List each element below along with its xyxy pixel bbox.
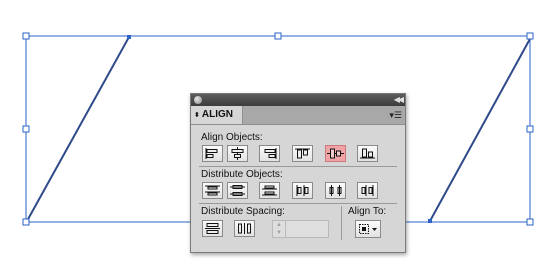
vertical-distribute-center-button[interactable] [227, 182, 248, 199]
section-divider [199, 166, 397, 167]
distribute-spacing-label: Distribute Spacing: [201, 206, 285, 217]
vertical-distribute-bottom-icon [262, 185, 277, 196]
vertical-distribute-space-icon [205, 223, 220, 234]
align-to-label: Align To: [348, 206, 387, 217]
panel-titlebar[interactable]: ◀◀ [191, 94, 405, 106]
align-panel: ◀◀ ⬍ ALIGN ▾☰ Align Objects: Distribute O… [190, 93, 406, 253]
selection-handle-middle-left[interactable] [22, 125, 30, 133]
tab-expand-icon[interactable]: ⬍ [194, 112, 200, 119]
vertical-align-bottom-button[interactable] [357, 145, 378, 162]
horizontal-distribute-left-icon [296, 185, 309, 196]
horizontal-align-right-button[interactable] [259, 145, 280, 162]
selection-handle-top-right[interactable] [526, 32, 534, 40]
horizontal-align-center-button[interactable] [227, 145, 248, 162]
vertical-distribute-space-button[interactable] [202, 220, 223, 237]
collapse-panel-icon[interactable]: ◀◀ [394, 94, 404, 106]
selection-handle-bottom-left[interactable] [22, 218, 30, 226]
vertical-align-center-icon [327, 148, 344, 159]
align-objects-label: Align Objects: [201, 132, 263, 143]
selection-handle-top-left[interactable] [22, 32, 30, 40]
horizontal-align-right-icon [264, 148, 277, 159]
tab-align[interactable]: ⬍ ALIGN [191, 106, 243, 124]
vertical-distribute-center-icon [230, 185, 245, 196]
horizontal-distribute-left-button[interactable] [292, 182, 313, 199]
panel-tabbar: ⬍ ALIGN ▾☰ [191, 106, 405, 125]
close-icon[interactable] [194, 96, 202, 104]
horizontal-distribute-space-button[interactable] [234, 220, 255, 237]
vertical-align-top-button[interactable] [292, 145, 313, 162]
vertical-align-center-button[interactable] [325, 145, 346, 162]
right-slanted-path[interactable] [429, 36, 532, 222]
chevron-down-icon [372, 228, 377, 231]
panel-menu-icon[interactable]: ▾☰ [389, 109, 402, 121]
horizontal-distribute-center-icon [329, 185, 342, 196]
horizontal-distribute-center-button[interactable] [325, 182, 346, 199]
spacing-align-divider [341, 206, 342, 240]
vertical-distribute-top-icon [205, 185, 220, 196]
horizontal-distribute-right-button[interactable] [357, 182, 378, 199]
left-slanted-path[interactable] [26, 36, 130, 222]
vertical-align-bottom-icon [360, 148, 375, 159]
horizontal-align-left-icon [205, 148, 218, 159]
tab-align-label: ALIGN [201, 109, 233, 120]
align-to-selection-icon [359, 224, 377, 234]
selection-handle-middle-right[interactable] [526, 125, 534, 133]
vertical-distribute-bottom-button[interactable] [259, 182, 280, 199]
align-to-button[interactable] [355, 220, 381, 238]
vertical-distribute-top-button[interactable] [202, 182, 223, 199]
horizontal-align-center-icon [231, 147, 244, 160]
horizontal-distribute-right-icon [361, 185, 374, 196]
distribute-objects-label: Distribute Objects: [201, 169, 283, 180]
section-divider [199, 203, 397, 204]
horizontal-align-left-button[interactable] [202, 145, 223, 162]
horizontal-distribute-space-icon [238, 223, 251, 234]
anchor-point-bottom-right[interactable] [428, 219, 432, 223]
spacing-stepper-icon[interactable]: ▲ ▼ [273, 221, 286, 237]
selection-handle-top-center[interactable] [274, 32, 282, 40]
selection-handle-bottom-right[interactable] [526, 218, 534, 226]
anchor-point-top-left[interactable] [127, 35, 131, 39]
spacing-value-field[interactable]: ▲ ▼ [272, 220, 329, 238]
vertical-align-top-icon [295, 148, 310, 159]
